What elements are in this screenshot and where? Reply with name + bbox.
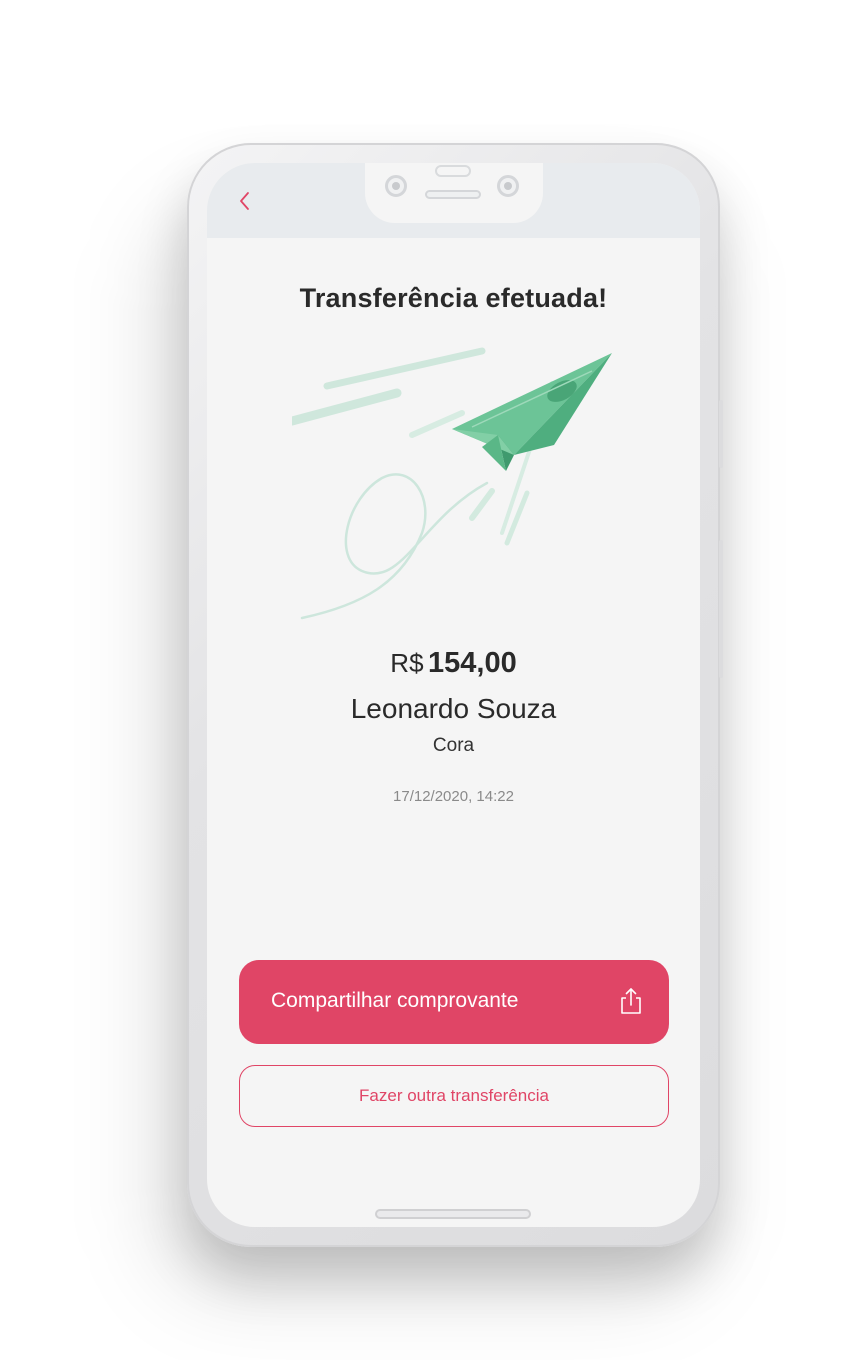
transfer-amount: R$ 154,00 bbox=[207, 647, 700, 680]
share-receipt-label: Compartilhar comprovante bbox=[271, 989, 519, 1012]
share-receipt-button[interactable]: Compartilhar comprovante bbox=[239, 960, 669, 1044]
currency-symbol: R$ bbox=[390, 648, 424, 678]
paper-plane-money-icon bbox=[292, 347, 612, 620]
front-camera-left bbox=[385, 175, 407, 197]
recipient-bank: Cora bbox=[432, 735, 475, 756]
front-camera-right bbox=[497, 175, 519, 197]
recipient-name: Leonardo Souza bbox=[350, 693, 557, 724]
transfer-datetime: 17/12/2020, 14:22 bbox=[393, 788, 514, 805]
side-button-top bbox=[719, 400, 723, 468]
side-button-bottom bbox=[719, 540, 723, 678]
earpiece bbox=[435, 165, 471, 177]
new-transfer-label: Fazer outra transferência bbox=[359, 1086, 549, 1105]
amount-value: 154,00 bbox=[428, 647, 517, 679]
camera-notch bbox=[365, 163, 543, 223]
home-indicator[interactable] bbox=[375, 1209, 531, 1219]
phone-screen: Transferência efetuada! R$ 154,00 Leonar… bbox=[207, 163, 700, 1227]
back-button[interactable] bbox=[233, 187, 257, 215]
page-title: Transferência efetuada! bbox=[299, 283, 608, 313]
speaker-grille bbox=[425, 190, 481, 199]
share-icon bbox=[621, 988, 641, 1014]
new-transfer-button[interactable]: Fazer outra transferência bbox=[239, 1065, 669, 1127]
chevron-left-icon bbox=[240, 192, 249, 210]
